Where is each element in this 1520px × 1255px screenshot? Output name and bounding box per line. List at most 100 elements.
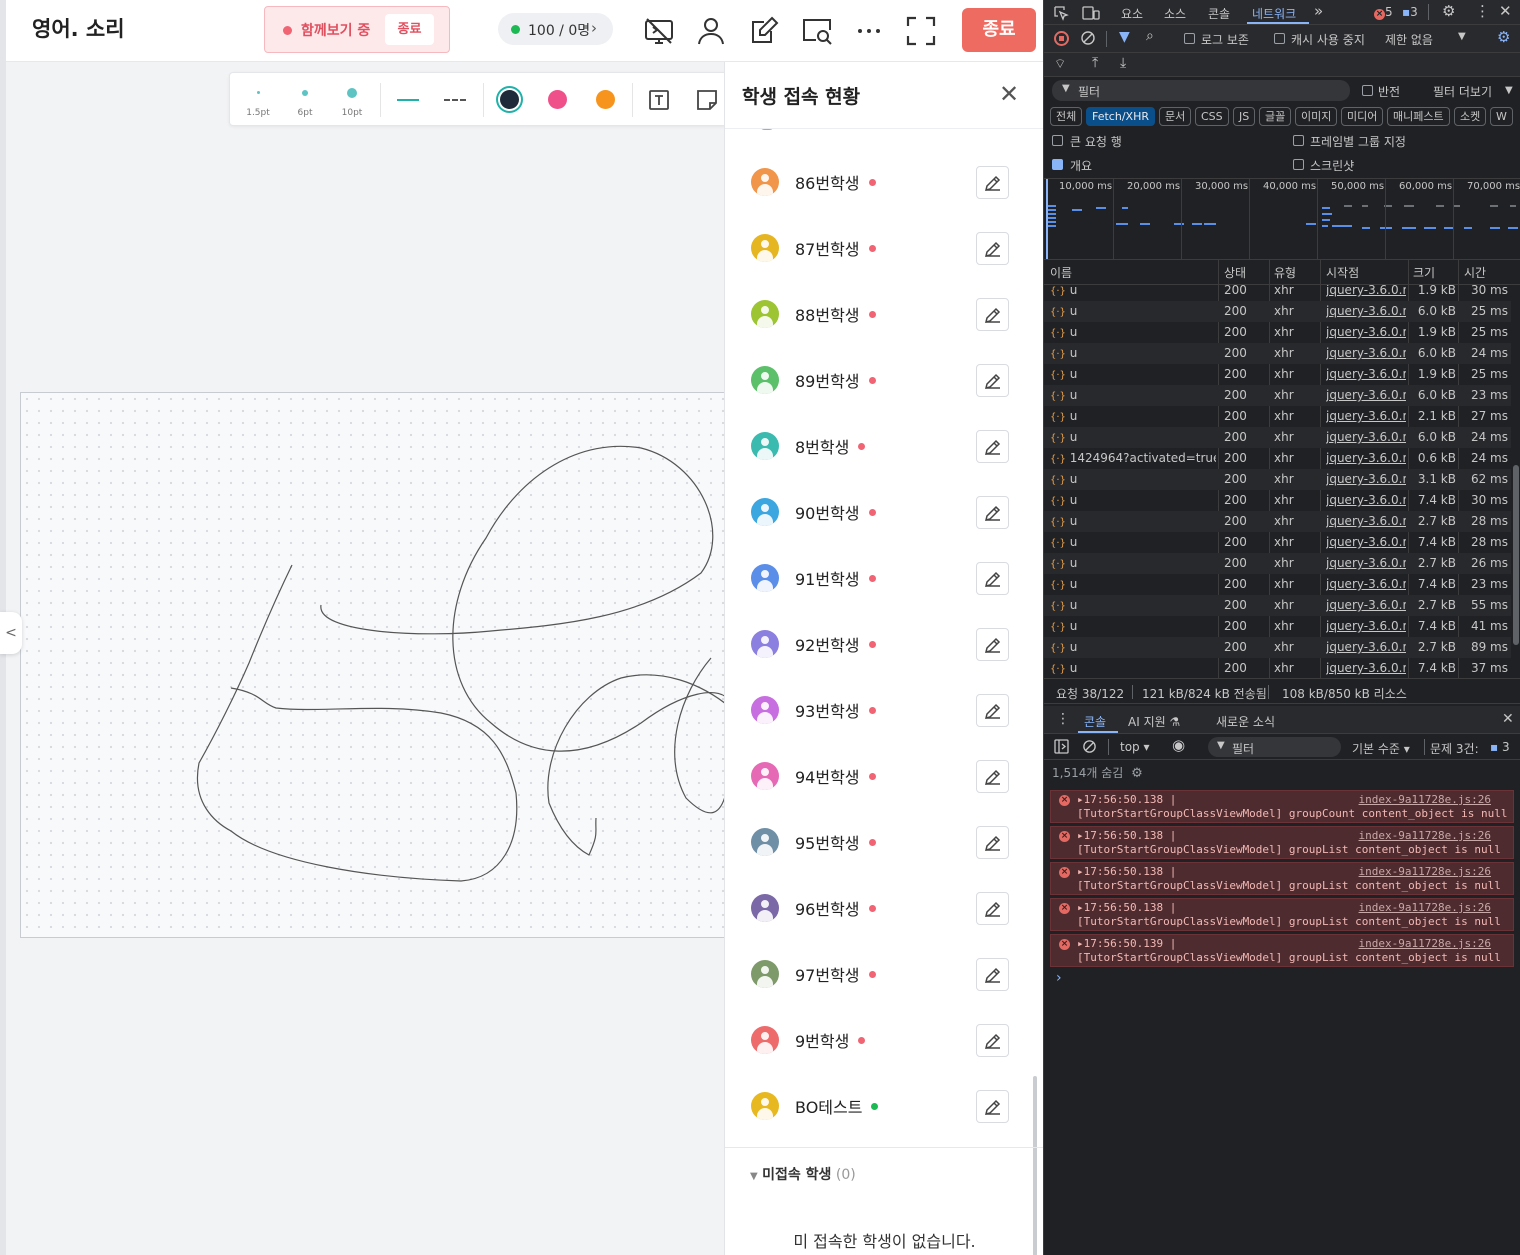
tab-network[interactable]: 네트워크 <box>1252 5 1296 22</box>
request-row[interactable]: {·} u 200 xhr jquery-3.6.0.mi 2.7 kB 55 ms <box>1044 595 1511 616</box>
edit-pen-button[interactable] <box>976 298 1009 331</box>
col-name[interactable]: 이름 <box>1050 264 1072 281</box>
upload-icon[interactable]: ⤒ <box>1092 55 1098 71</box>
edit-pen-button[interactable] <box>976 562 1009 595</box>
edit-pen-button[interactable] <box>976 826 1009 859</box>
console-error-message[interactable]: × ▸17:56:50.138 | index-9a11728e.js:26 [Tut… <box>1050 862 1514 895</box>
request-row[interactable]: {·} u 200 xhr jquery-3.6.0.mi 6.0 kB 24 ms <box>1044 343 1511 364</box>
request-row[interactable]: {·} u 200 xhr jquery-3.6.0.mi 6.0 kB 23 ms <box>1044 385 1511 406</box>
more-filters-button[interactable]: 필터 더보기 <box>1433 83 1492 100</box>
col-time[interactable]: 시간 <box>1464 264 1486 281</box>
drawer-menu-icon[interactable]: ⋮ <box>1056 711 1070 727</box>
scrollbar-thumb[interactable] <box>1513 465 1519 645</box>
console-filter-input[interactable]: ▼ 필터 <box>1208 737 1341 757</box>
end-class-button[interactable]: 종료 <box>962 8 1036 52</box>
message-badge[interactable]: ▪3 <box>1402 5 1418 19</box>
request-initiator-link[interactable]: jquery-3.6.0.mi <box>1326 285 1406 297</box>
request-initiator-link[interactable]: jquery-3.6.0.mi <box>1326 325 1406 339</box>
screen-search-icon[interactable] <box>800 14 834 48</box>
wifi-icon[interactable]: ⌔ <box>1054 56 1066 72</box>
request-row[interactable]: {·} u 200 xhr jquery-3.6.0.mi 7.4 kB 37 ms <box>1044 658 1511 678</box>
issues-label[interactable]: 문제 3건: <box>1430 740 1479 757</box>
record-stop-icon[interactable] <box>1054 31 1069 46</box>
sidebar-toggle-icon[interactable] <box>1054 739 1069 754</box>
invert-checkbox[interactable] <box>1362 85 1373 96</box>
type-filter-chip[interactable]: 매니페스트 <box>1387 107 1450 126</box>
edit-pen-button[interactable] <box>976 430 1009 463</box>
tab-elements[interactable]: 요소 <box>1121 5 1143 22</box>
request-initiator-link[interactable]: jquery-3.6.0.mi <box>1326 661 1406 675</box>
sticky-note-icon[interactable] <box>696 89 718 111</box>
edit-pen-button[interactable] <box>976 760 1009 793</box>
console-error-message[interactable]: × ▸17:56:50.138 | index-9a11728e.js:26 [Tut… <box>1050 826 1514 859</box>
pen-size-medium[interactable]: 6pt <box>285 77 325 123</box>
chevron-down-icon[interactable]: ▼ <box>1505 85 1513 96</box>
request-row[interactable]: {·} u 200 xhr jquery-3.6.0.mi 7.4 kB 30 ms <box>1044 490 1511 511</box>
type-filter-chip[interactable]: CSS <box>1195 107 1229 126</box>
request-initiator-link[interactable]: jquery-3.6.0.mi <box>1326 577 1406 591</box>
console-error-message[interactable]: × ▸17:56:50.139 | index-9a11728e.js:26 [Tut… <box>1050 934 1514 967</box>
edit-pen-button[interactable] <box>976 958 1009 991</box>
request-row[interactable]: {·} u 200 xhr jquery-3.6.0.mi 3.1 kB 62 ms <box>1044 469 1511 490</box>
edit-pen-button[interactable] <box>976 1024 1009 1057</box>
chevron-down-icon[interactable]: ▼ <box>1458 31 1466 42</box>
request-initiator-link[interactable]: jquery-3.6.0.mi <box>1326 598 1406 612</box>
request-row[interactable]: {·} u 200 xhr jquery-3.6.0.mi 2.1 kB 27 ms <box>1044 406 1511 427</box>
drawer-tab-console[interactable]: 콘솔 <box>1084 713 1106 730</box>
request-row[interactable]: {·} u 200 xhr jquery-3.6.0.mi 1.9 kB 30 ms <box>1044 285 1511 301</box>
type-filter-chip[interactable]: JS <box>1233 107 1256 126</box>
request-initiator-link[interactable]: jquery-3.6.0.mi <box>1326 640 1406 654</box>
big-rows-checkbox[interactable] <box>1052 135 1063 146</box>
request-row[interactable]: {·} u 200 xhr jquery-3.6.0.mi 7.4 kB 23 ms <box>1044 574 1511 595</box>
kebab-menu-icon[interactable]: ⋮ <box>1475 2 1490 20</box>
type-filter-chip[interactable]: 소켓 <box>1454 107 1487 126</box>
network-filter-input[interactable]: ▼ 필터 <box>1052 80 1350 101</box>
clear-icon[interactable] <box>1080 30 1096 46</box>
text-tool-icon[interactable] <box>648 89 670 111</box>
request-row[interactable]: {·} u 200 xhr jquery-3.6.0.mi 1.9 kB 25 ms <box>1044 322 1511 343</box>
screenshots-checkbox[interactable] <box>1293 159 1304 170</box>
color-swatch-dark[interactable] <box>500 90 519 109</box>
col-type[interactable]: 유형 <box>1274 264 1296 281</box>
clear-console-icon[interactable] <box>1082 739 1097 754</box>
request-row[interactable]: {·} u 200 xhr jquery-3.6.0.mi 6.0 kB 24 ms <box>1044 427 1511 448</box>
console-error-message[interactable]: × ▸17:56:50.138 | index-9a11728e.js:26 [Tut… <box>1050 790 1514 823</box>
close-icon[interactable]: ✕ <box>999 80 1019 108</box>
throttle-select[interactable]: 제한 없음 <box>1385 31 1433 48</box>
edit-pen-button[interactable] <box>976 496 1009 529</box>
request-row[interactable]: {·} u 200 xhr jquery-3.6.0.mi 1.9 kB 25 ms <box>1044 364 1511 385</box>
type-filter-chip[interactable]: 미디어 <box>1341 107 1384 126</box>
pen-size-small[interactable]: 1.5pt <box>238 77 278 123</box>
type-filter-chip[interactable]: 문서 <box>1159 107 1192 126</box>
color-swatch-pink[interactable] <box>548 90 567 109</box>
request-initiator-link[interactable]: jquery-3.6.0.mi <box>1326 514 1406 528</box>
request-row[interactable]: {·} u 200 xhr jquery-3.6.0.mi 2.7 kB 28 ms <box>1044 511 1511 532</box>
tab-console[interactable]: 콘솔 <box>1208 5 1230 22</box>
filter-funnel-icon[interactable]: ▼ <box>1119 29 1130 45</box>
request-initiator-link[interactable]: jquery-3.6.0.mi <box>1326 346 1406 360</box>
request-row[interactable]: {·} 1424964?activated=true 200 xhr jquery-3… <box>1044 448 1511 469</box>
close-devtools-icon[interactable]: ✕ <box>1499 2 1512 20</box>
search-icon[interactable]: ⌕ <box>1146 28 1154 44</box>
drawer-tab-whats-new[interactable]: 새로운 소식 <box>1216 713 1275 730</box>
log-levels-select[interactable]: 기본 수준 ▾ <box>1352 740 1410 757</box>
type-filter-chip[interactable]: W <box>1490 107 1513 126</box>
eye-icon[interactable]: ◉ <box>1172 736 1185 754</box>
error-source-link[interactable]: index-9a11728e.js:26 <box>1359 937 1491 950</box>
request-initiator-link[interactable]: jquery-3.6.0.mi <box>1326 535 1406 549</box>
edit-pen-button[interactable] <box>976 364 1009 397</box>
type-filter-chip[interactable]: 이미지 <box>1295 107 1338 126</box>
type-filter-chip[interactable]: 글꼴 <box>1259 107 1292 126</box>
network-overview-timeline[interactable]: 10,000 ms 20,000 ms 30,000 ms 40,000 ms 50,0… <box>1044 178 1520 261</box>
edit-pen-button[interactable] <box>976 694 1009 727</box>
user-icon[interactable] <box>694 14 728 48</box>
request-initiator-link[interactable]: jquery-3.6.0.mi <box>1326 472 1406 486</box>
request-row[interactable]: {·} u 200 xhr jquery-3.6.0.mi 6.0 kB 25 ms <box>1044 301 1511 322</box>
request-table-scrollbar[interactable] <box>1511 285 1520 678</box>
col-initiator[interactable]: 시작점 <box>1326 264 1359 281</box>
network-settings-icon[interactable]: ⚙ <box>1497 28 1510 46</box>
color-swatch-orange[interactable] <box>596 90 615 109</box>
error-source-link[interactable]: index-9a11728e.js:26 <box>1359 793 1491 806</box>
more-horizontal-icon[interactable] <box>852 14 886 48</box>
together-end-button[interactable]: 종료 <box>385 14 434 45</box>
